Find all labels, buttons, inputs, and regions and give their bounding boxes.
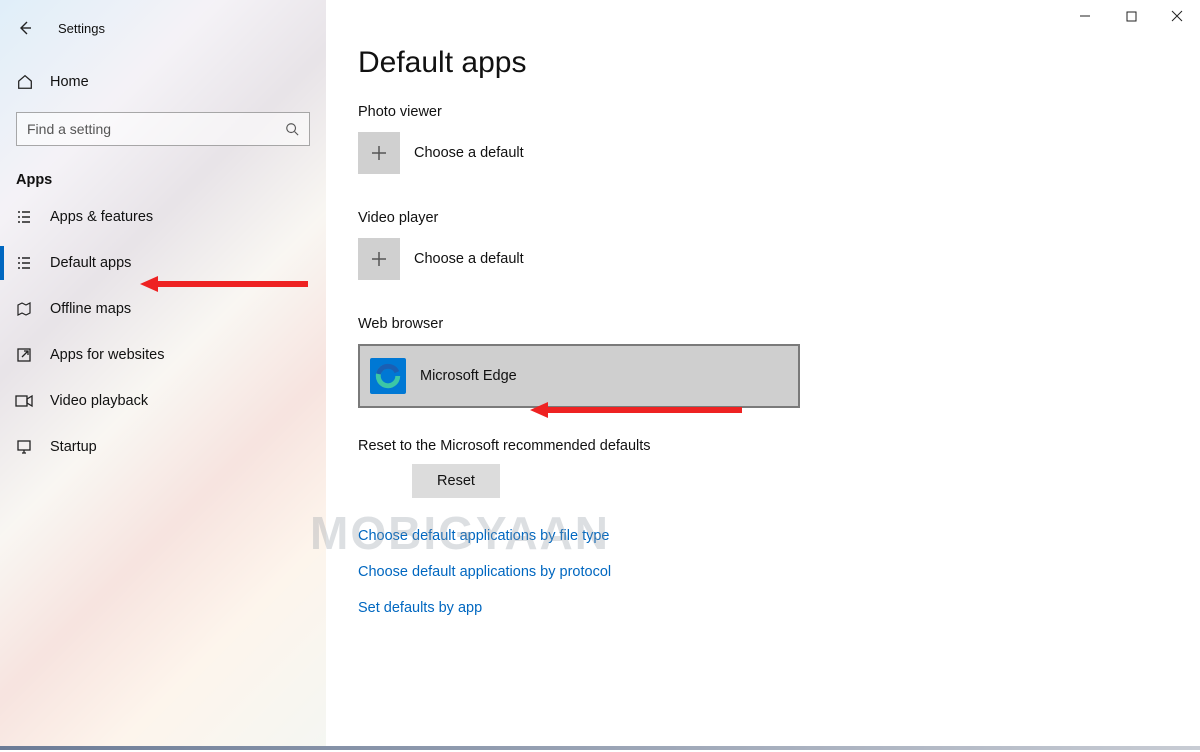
minimize-button[interactable] [1062, 0, 1108, 32]
sidebar-item-label: Default apps [50, 255, 131, 271]
search-wrap [0, 102, 326, 154]
tile-caption: Choose a default [414, 251, 524, 267]
link-set-defaults-by-app[interactable]: Set defaults by app [358, 600, 1200, 616]
list-icon [14, 209, 34, 225]
plus-tile [358, 132, 400, 174]
page-title: Default apps [358, 46, 1200, 80]
maximize-button[interactable] [1108, 0, 1154, 32]
video-icon [14, 394, 34, 408]
arrow-left-icon [17, 20, 33, 36]
main-pane: Default apps Photo viewer Choose a defau… [326, 0, 1200, 750]
sidebar-item-label: Apps for websites [50, 347, 164, 363]
edge-icon [370, 358, 406, 394]
defaults-icon [14, 255, 34, 271]
settings-window: Settings Home Apps Apps & features [0, 0, 1200, 750]
section-reset: Reset to the Microsoft recommended defau… [358, 438, 1200, 528]
plus-icon [370, 250, 388, 268]
section-label: Web browser [358, 316, 1200, 332]
sidebar-item-apps-features[interactable]: Apps & features [0, 194, 326, 240]
sidebar-item-default-apps[interactable]: Default apps [0, 240, 326, 286]
sidebar-group-header: Apps [0, 154, 326, 194]
choose-default-photo[interactable]: Choose a default [358, 132, 1200, 174]
window-title: Settings [58, 21, 105, 36]
reset-button[interactable]: Reset [412, 464, 500, 498]
close-button[interactable] [1154, 0, 1200, 32]
search-icon [275, 122, 309, 136]
plus-tile [358, 238, 400, 280]
startup-icon [14, 439, 34, 455]
window-controls [1062, 0, 1200, 36]
tile-caption: Choose a default [414, 145, 524, 161]
sidebar: Settings Home Apps Apps & features [0, 0, 326, 750]
maximize-icon [1126, 11, 1137, 22]
section-label: Photo viewer [358, 104, 1200, 120]
link-by-file-type[interactable]: Choose default applications by file type [358, 528, 1200, 544]
section-label: Video player [358, 210, 1200, 226]
choose-default-video[interactable]: Choose a default [358, 238, 1200, 280]
sidebar-item-label: Offline maps [50, 301, 131, 317]
section-photo-viewer: Photo viewer Choose a default [358, 104, 1200, 174]
link-by-protocol[interactable]: Choose default applications by protocol [358, 564, 1200, 580]
web-browser-tile[interactable]: Microsoft Edge [358, 344, 800, 408]
section-web-browser: Web browser Microsoft Edge [358, 316, 1200, 408]
back-button[interactable] [10, 13, 40, 43]
content-area: Default apps Photo viewer Choose a defau… [326, 0, 1200, 616]
reset-description: Reset to the Microsoft recommended defau… [358, 438, 1200, 454]
search-input[interactable] [17, 121, 275, 137]
app-name: Microsoft Edge [420, 368, 517, 384]
close-icon [1171, 10, 1183, 22]
sidebar-item-label: Video playback [50, 393, 148, 409]
titlebar-left: Settings [0, 8, 326, 48]
minimize-icon [1079, 10, 1091, 22]
open-in-icon [14, 347, 34, 363]
plus-icon [370, 144, 388, 162]
sidebar-item-label: Startup [50, 439, 97, 455]
sidebar-item-label: Home [50, 74, 89, 90]
sidebar-item-apps-for-websites[interactable]: Apps for websites [0, 332, 326, 378]
sidebar-item-video-playback[interactable]: Video playback [0, 378, 326, 424]
map-icon [14, 301, 34, 317]
section-video-player: Video player Choose a default [358, 210, 1200, 280]
search-box[interactable] [16, 112, 310, 146]
home-icon [16, 73, 34, 91]
sidebar-item-offline-maps[interactable]: Offline maps [0, 286, 326, 332]
sidebar-item-startup[interactable]: Startup [0, 424, 326, 470]
taskbar-sliver [0, 746, 1200, 750]
sidebar-item-home[interactable]: Home [0, 62, 326, 102]
sidebar-item-label: Apps & features [50, 209, 153, 225]
